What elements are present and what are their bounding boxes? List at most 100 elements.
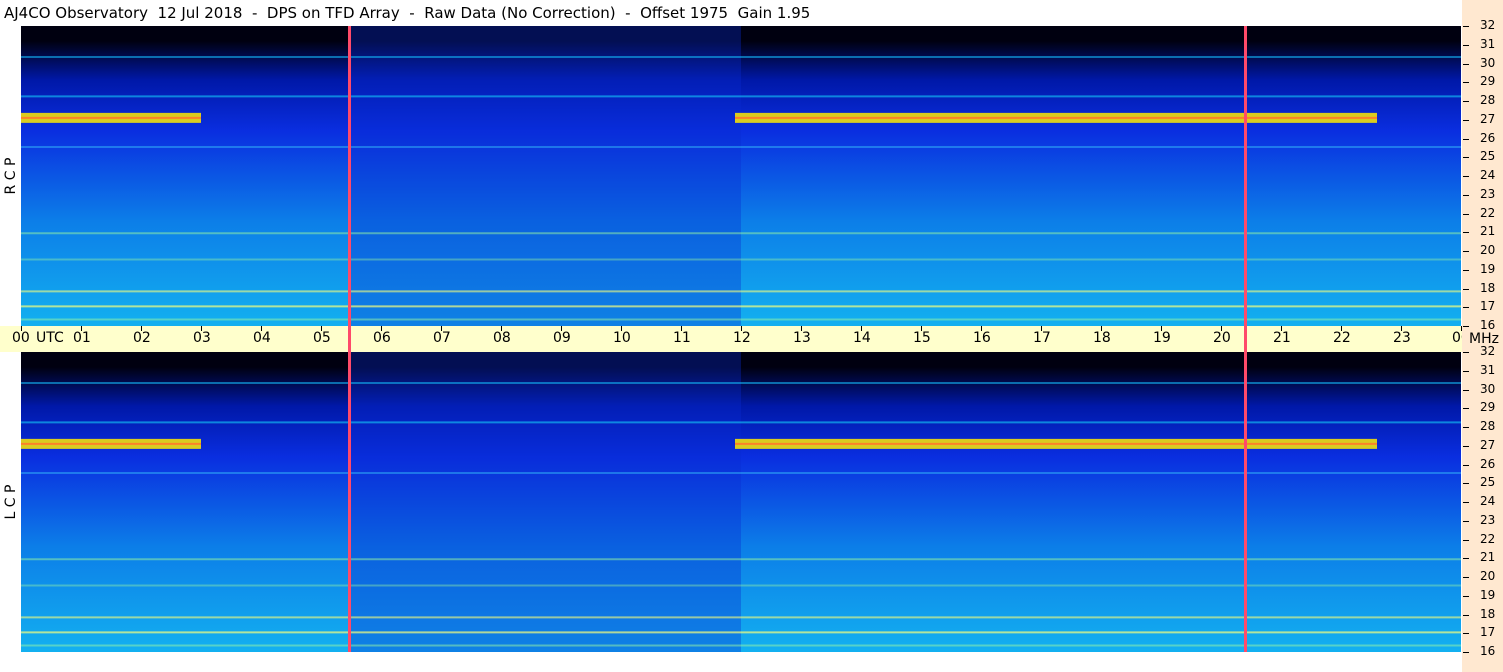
frequency-tick-label: 22 <box>1480 531 1496 546</box>
utc-tick-label: 13 <box>793 330 811 346</box>
utc-tick-mark <box>801 326 802 331</box>
frequency-tick-label: 20 <box>1480 243 1496 257</box>
frequency-tick-mark <box>1463 63 1469 65</box>
frequency-tick-mark <box>1463 520 1469 522</box>
utc-tick-label: 22 <box>1333 330 1351 346</box>
utc-tick-mark <box>1401 326 1402 331</box>
bright-band-core <box>735 442 1377 445</box>
utc-tick-label: 15 <box>913 330 931 346</box>
frequency-tick-label: 18 <box>1480 606 1496 621</box>
utc-tick-label: 23 <box>1393 330 1411 346</box>
frequency-tick-label: 31 <box>1480 36 1496 51</box>
frequency-tick-mark <box>1463 558 1469 560</box>
utc-tick-mark <box>921 326 922 331</box>
utc-tick-mark <box>981 326 982 331</box>
utc-tick-label: 19 <box>1153 330 1171 346</box>
utc-tick-mark <box>1041 326 1042 331</box>
utc-tick-label: 14 <box>853 330 871 346</box>
utc-tick-label: 01 <box>73 330 91 346</box>
frequency-tick-label: 29 <box>1480 74 1496 89</box>
frequency-tick-mark <box>1463 82 1469 84</box>
frequency-tick-label: 28 <box>1480 93 1496 107</box>
utc-tick-mark <box>861 326 862 331</box>
frequency-tick-mark <box>1463 652 1469 653</box>
utc-tick-label: 21 <box>1273 330 1291 346</box>
frequency-tick-mark <box>1463 614 1469 616</box>
frequency-tick-mark <box>1463 232 1469 234</box>
frequency-tick-mark <box>1463 213 1469 215</box>
utc-tick-mark <box>21 326 22 331</box>
frequency-tick-label: 19 <box>1480 261 1496 276</box>
utc-unit-label: UTC <box>36 330 64 346</box>
frequency-tick-mark <box>1463 502 1469 503</box>
frequency-tick-mark <box>1463 326 1469 327</box>
frequency-tick-mark <box>1463 269 1469 271</box>
utc-tick-label: 06 <box>373 330 391 346</box>
utc-tick-label: 20 <box>1213 330 1231 346</box>
frequency-tick-mark <box>1463 445 1469 447</box>
frequency-tick-label: 20 <box>1480 569 1496 583</box>
utc-tick-mark <box>681 326 682 331</box>
utc-tick-mark <box>261 326 262 331</box>
frequency-tick-label: 30 <box>1480 381 1496 396</box>
frequency-tick-label: 21 <box>1480 224 1496 239</box>
utc-tick-label: 10 <box>613 330 631 346</box>
utc-tick-label: 17 <box>1033 330 1051 346</box>
frequency-tick-mark <box>1463 483 1469 485</box>
utc-tick-mark <box>621 326 622 331</box>
bright-band-core <box>21 442 201 445</box>
frequency-tick-label: 26 <box>1480 130 1496 145</box>
frequency-tick-label: 17 <box>1480 299 1496 314</box>
utc-tick-mark <box>141 326 142 331</box>
frequency-tick-mark <box>1463 370 1469 372</box>
frequency-tick-label: 25 <box>1480 475 1496 490</box>
utc-tick-mark <box>561 326 562 331</box>
frequency-tick-label: 28 <box>1480 419 1496 433</box>
frequency-tick-mark <box>1463 389 1469 391</box>
bright-band-core <box>735 116 1377 119</box>
frequency-tick-label: 30 <box>1480 55 1496 70</box>
frequency-tick-mark <box>1463 307 1469 309</box>
frequency-tick-mark <box>1463 101 1469 102</box>
frequency-tick-mark <box>1463 539 1469 541</box>
frequency-tick-label: 31 <box>1480 362 1496 377</box>
utc-tick-label: 08 <box>493 330 511 346</box>
bottom-panel-label: L C P <box>3 484 19 520</box>
utc-tick-label: 03 <box>193 330 211 346</box>
frequency-tick-mark <box>1463 138 1469 140</box>
time-marker-line <box>1244 26 1247 652</box>
utc-tick-mark <box>321 326 322 331</box>
utc-tick-label: 02 <box>133 330 151 346</box>
frequency-tick-mark <box>1463 427 1469 428</box>
mhz-unit-label: MHz <box>1469 331 1499 347</box>
utc-tick-label: 05 <box>313 330 331 346</box>
frequency-tick-label: 21 <box>1480 550 1496 565</box>
frequency-tick-label: 17 <box>1480 625 1496 640</box>
utc-tick-mark <box>1341 326 1342 331</box>
utc-tick-mark <box>1101 326 1102 331</box>
frequency-tick-label: 26 <box>1480 456 1496 471</box>
bright-band-core <box>21 116 201 119</box>
frequency-tick-mark <box>1463 176 1469 177</box>
quiet-region <box>351 352 741 652</box>
frequency-tick-label: 23 <box>1480 186 1496 201</box>
frequency-tick-mark <box>1463 595 1469 597</box>
frequency-tick-mark <box>1463 577 1469 578</box>
frequency-tick-mark <box>1463 352 1469 353</box>
frequency-tick-label: 18 <box>1480 280 1496 295</box>
utc-tick-mark <box>741 326 742 331</box>
frequency-tick-mark <box>1463 633 1469 635</box>
frequency-tick-mark <box>1463 194 1469 196</box>
utc-tick-label: 11 <box>673 330 691 346</box>
utc-tick-label: 07 <box>433 330 451 346</box>
utc-tick-label: 04 <box>253 330 271 346</box>
frequency-tick-label: 24 <box>1480 168 1496 182</box>
frequency-tick-label: 29 <box>1480 400 1496 415</box>
frequency-tick-label: 32 <box>1480 18 1496 32</box>
utc-tick-label: 09 <box>553 330 571 346</box>
chart-title: AJ4CO Observatory 12 Jul 2018 - DPS on T… <box>4 4 811 22</box>
utc-tick-label: 00 <box>12 330 30 346</box>
utc-tick-label: 18 <box>1093 330 1111 346</box>
frequency-tick-label: 23 <box>1480 512 1496 527</box>
utc-tick-mark <box>501 326 502 331</box>
